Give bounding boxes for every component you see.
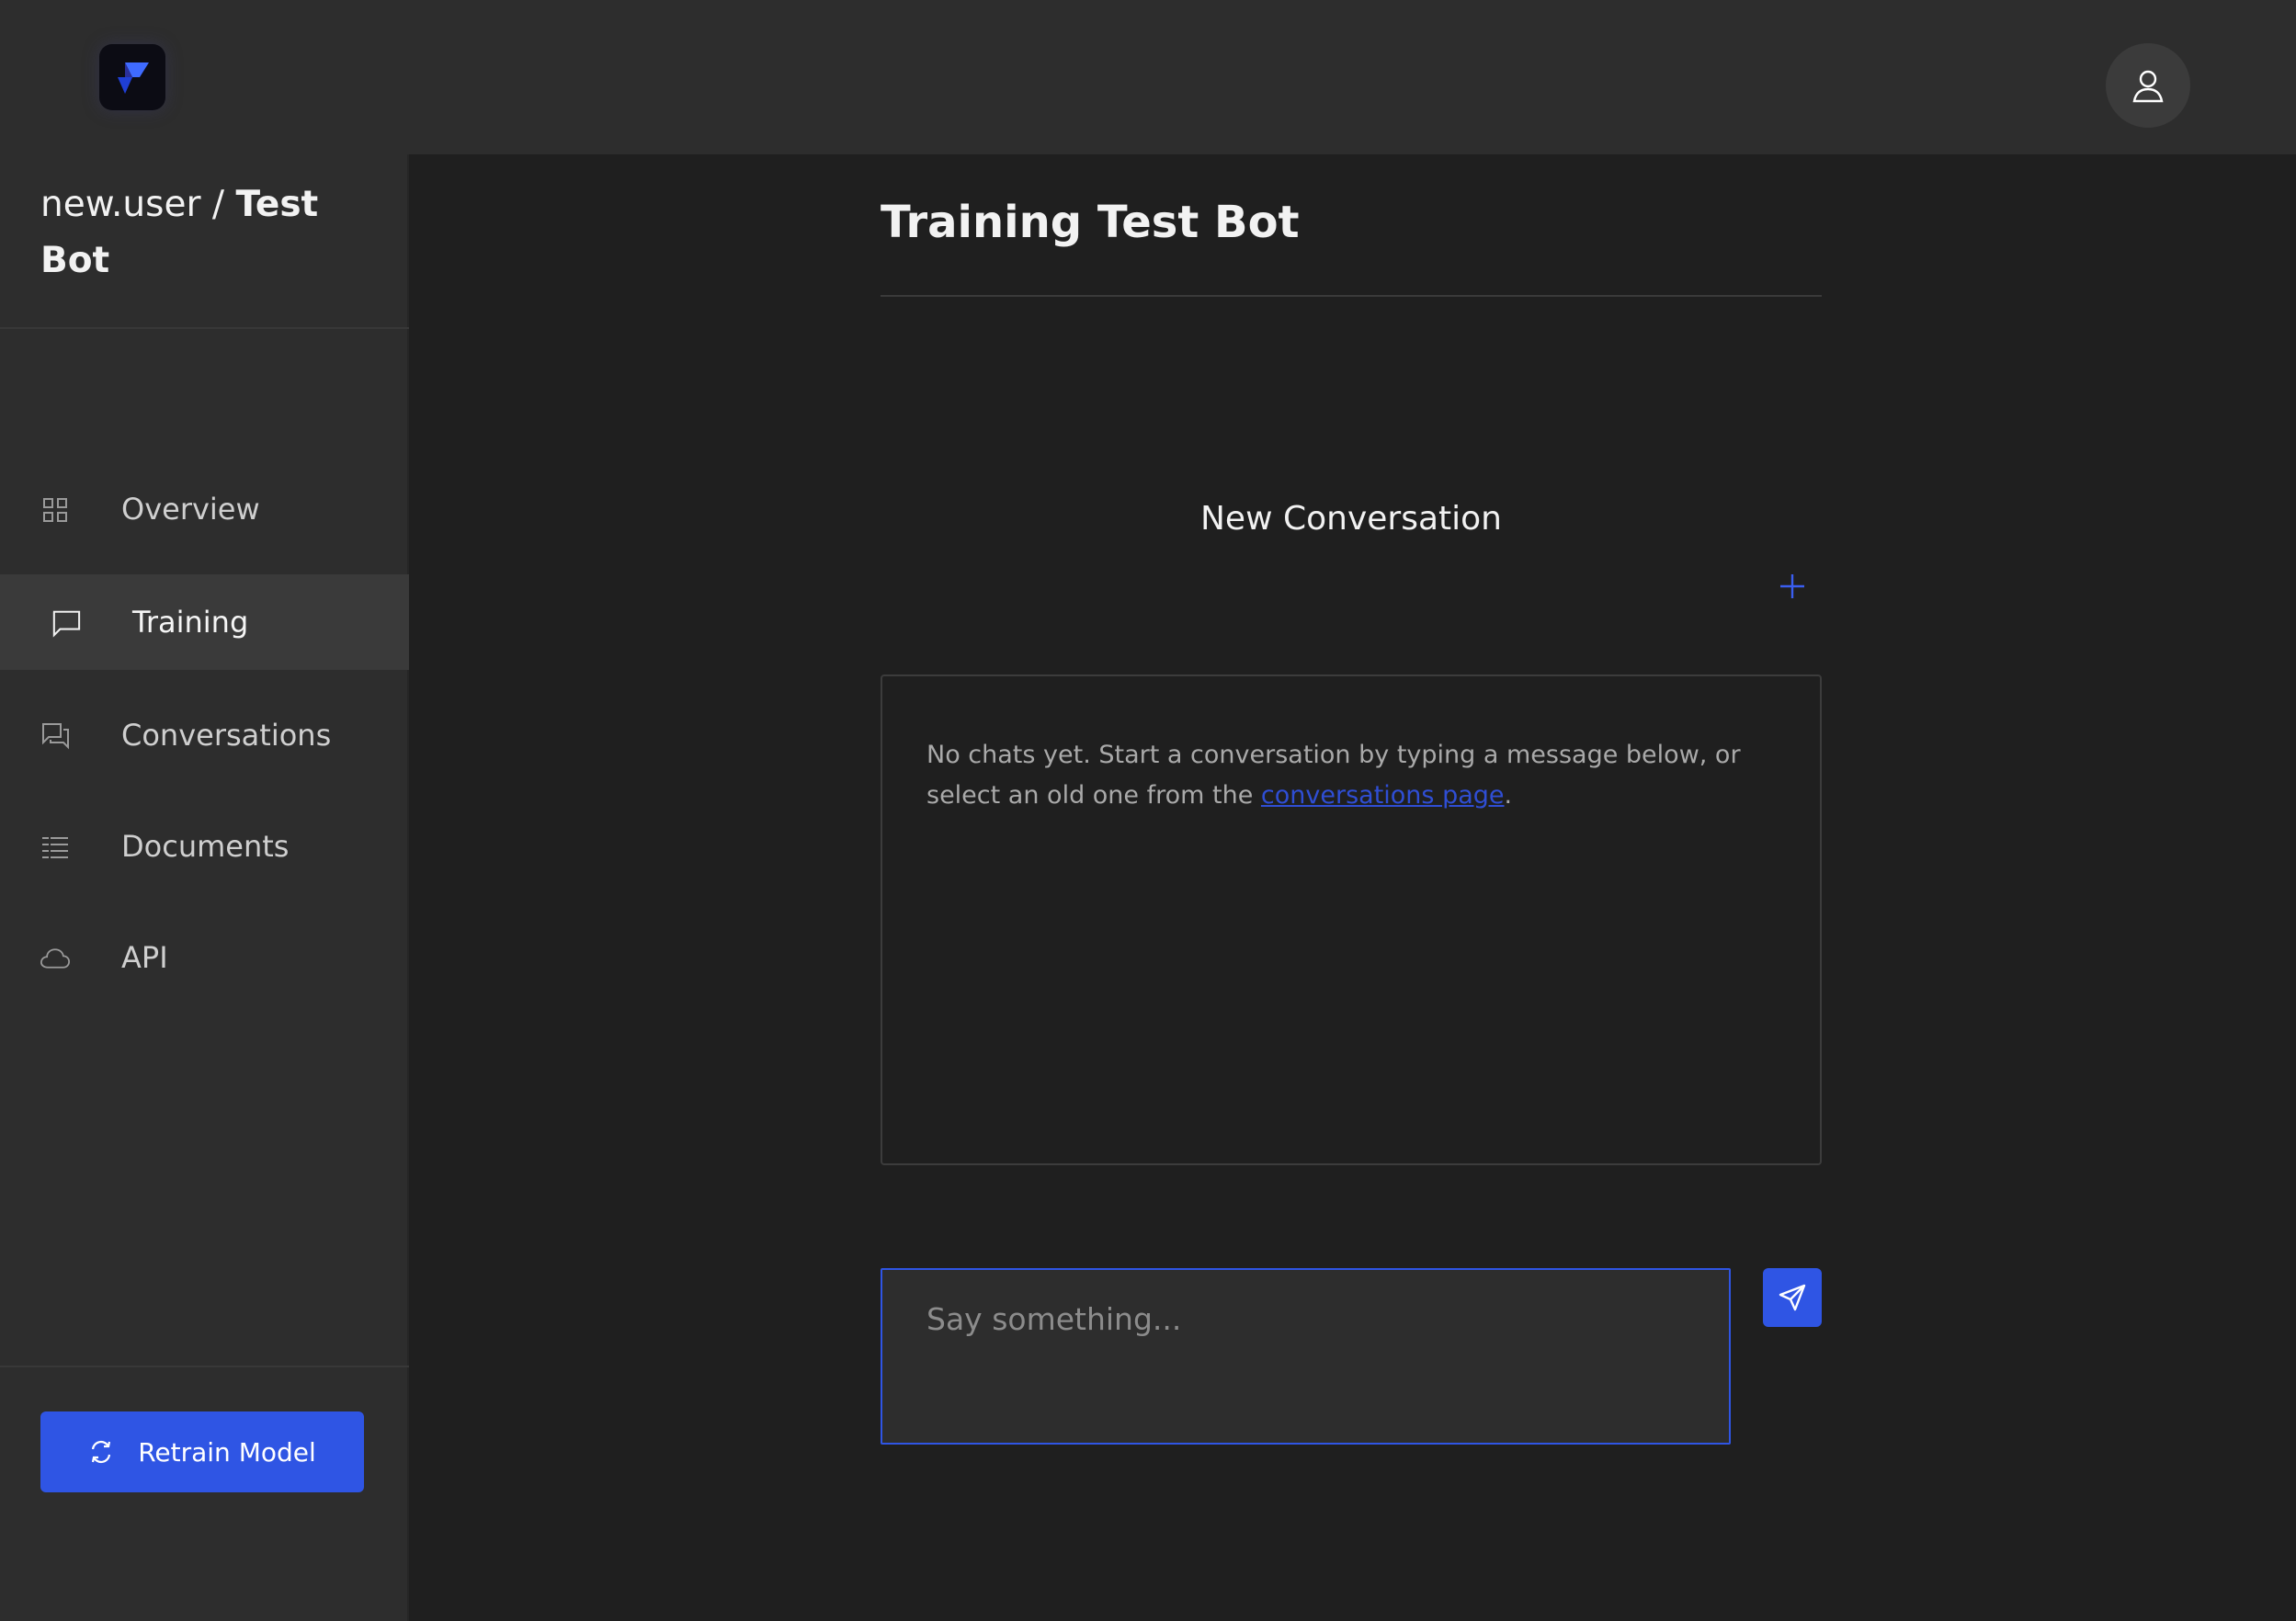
sidebar-item-conversations[interactable]: Conversations [0, 687, 409, 783]
grid-icon [40, 495, 70, 525]
sidebar-item-label: Conversations [121, 718, 332, 753]
empty-chat-suffix: . [1504, 781, 1513, 810]
retrain-model-label: Retrain Model [138, 1436, 316, 1468]
plus-icon [1780, 574, 1804, 598]
conversation-heading: New Conversation [1200, 500, 1502, 538]
sidebar-item-api[interactable]: API [0, 910, 409, 1005]
main-panel: Training Test Bot New Conversation No ch… [411, 154, 2296, 1621]
sidebar-item-label: Documents [121, 829, 290, 864]
app-logo-icon[interactable] [99, 44, 165, 110]
conversations-page-link[interactable]: conversations page [1261, 781, 1505, 810]
sidebar-item-training[interactable]: Training [0, 574, 409, 670]
new-conversation-button[interactable] [1774, 568, 1811, 605]
sidebar-item-label: Overview [121, 492, 260, 527]
sidebar-divider [0, 327, 409, 329]
title-divider [881, 295, 1822, 297]
top-bar [0, 0, 2296, 154]
message-input[interactable] [881, 1268, 1731, 1445]
sidebar-divider [0, 1366, 409, 1367]
send-icon [1779, 1284, 1806, 1311]
breadcrumb: new.user / Test Bot [40, 176, 371, 289]
breadcrumb-user[interactable]: new.user [40, 184, 201, 225]
conversations-icon [40, 721, 70, 751]
sidebar-item-overview[interactable]: Overview [0, 461, 409, 557]
chat-bubble-icon [51, 608, 81, 638]
sidebar-item-label: Training [132, 605, 249, 640]
send-button[interactable] [1763, 1268, 1822, 1327]
chat-history-panel: No chats yet. Start a conversation by ty… [881, 674, 1822, 1165]
documents-list-icon [40, 833, 70, 862]
sidebar-item-label: API [121, 940, 168, 975]
sidebar: new.user / Test Bot Overview Training Co… [0, 154, 409, 1621]
page-title: Training Test Bot [881, 197, 1300, 248]
refresh-icon [88, 1439, 114, 1465]
user-icon[interactable] [2106, 43, 2190, 128]
breadcrumb-separator: / [211, 184, 225, 225]
empty-chat-message: No chats yet. Start a conversation by ty… [926, 735, 1754, 816]
cloud-icon [40, 944, 70, 973]
retrain-model-button[interactable]: Retrain Model [40, 1411, 364, 1492]
sidebar-item-documents[interactable]: Documents [0, 799, 409, 894]
